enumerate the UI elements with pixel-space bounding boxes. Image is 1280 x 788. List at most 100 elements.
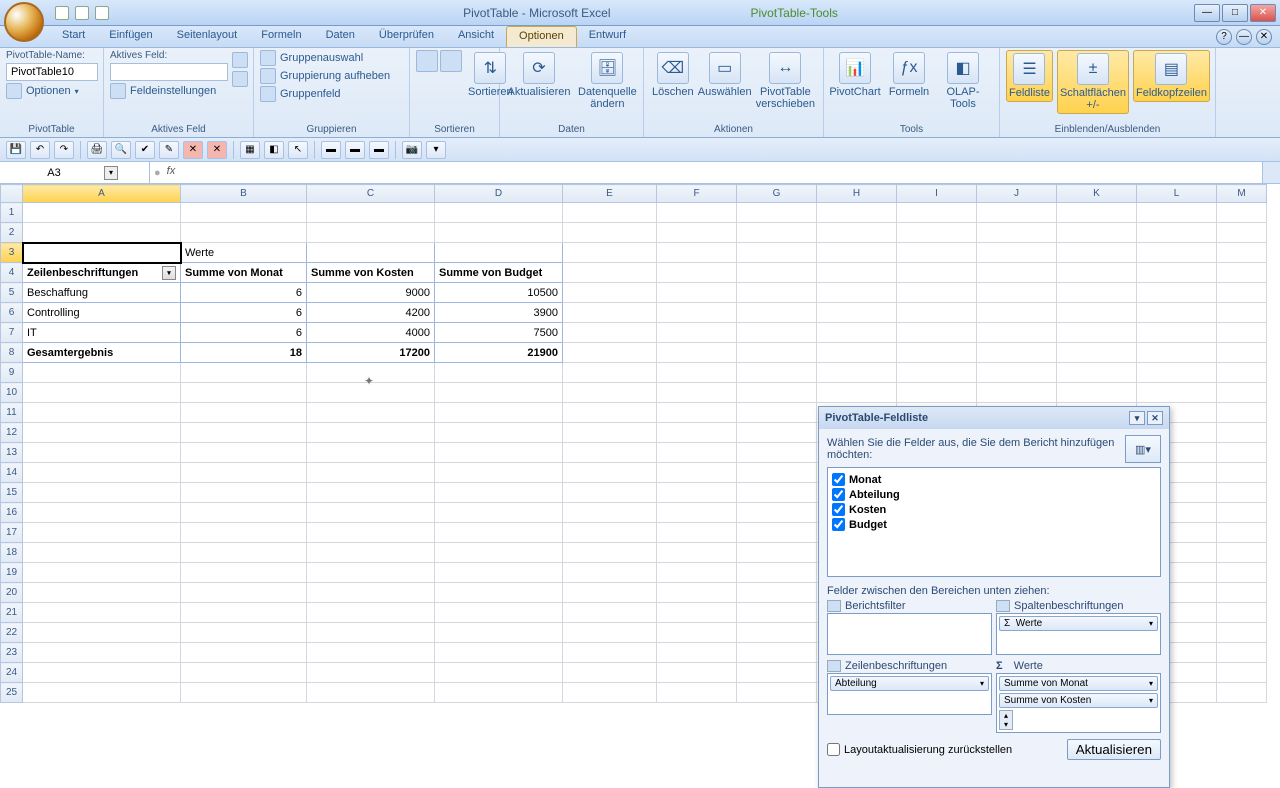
cell-G13[interactable]: [737, 443, 817, 463]
cell-G11[interactable]: [737, 403, 817, 423]
row-header-15[interactable]: 15: [1, 483, 23, 503]
row-header-20[interactable]: 20: [1, 583, 23, 603]
cell-E20[interactable]: [563, 583, 657, 603]
area-rows-box[interactable]: Abteilung▾: [827, 673, 992, 715]
cell-B1[interactable]: [181, 203, 307, 223]
cell-F5[interactable]: [657, 283, 737, 303]
cell-E18[interactable]: [563, 543, 657, 563]
val-pill[interactable]: Summe von Monat▾: [999, 676, 1158, 691]
tab-data[interactable]: Daten: [314, 26, 367, 47]
cell-G6[interactable]: [737, 303, 817, 323]
cell-A13[interactable]: [23, 443, 181, 463]
cell-F16[interactable]: [657, 503, 737, 523]
cell-D8[interactable]: 21900: [435, 343, 563, 363]
clear-button[interactable]: ⌫Löschen: [650, 50, 696, 100]
cell-A3[interactable]: [23, 243, 181, 263]
cell-H4[interactable]: [817, 263, 897, 283]
qat-undo2-icon[interactable]: ↶: [30, 141, 50, 159]
cell-K1[interactable]: [1057, 203, 1137, 223]
area-cols-box[interactable]: Σ Werte▾: [996, 613, 1161, 655]
cell-G23[interactable]: [737, 643, 817, 663]
cell-I10[interactable]: [897, 383, 977, 403]
cell-B16[interactable]: [181, 503, 307, 523]
buttons-toggle[interactable]: ±Schaltflächen +/-: [1057, 50, 1129, 114]
cell-B13[interactable]: [181, 443, 307, 463]
cell-C2[interactable]: [307, 223, 435, 243]
cell-G20[interactable]: [737, 583, 817, 603]
cell-L4[interactable]: [1137, 263, 1217, 283]
cell-G7[interactable]: [737, 323, 817, 343]
ribbon-minimize-icon[interactable]: —: [1236, 29, 1252, 45]
row-header-6[interactable]: 6: [1, 303, 23, 323]
cell-G25[interactable]: [737, 683, 817, 703]
cell-B6[interactable]: 6: [181, 303, 307, 323]
row-header-10[interactable]: 10: [1, 383, 23, 403]
area-vals-box[interactable]: Summe von Monat▾Summe von Kosten▾ ▴▾: [996, 673, 1161, 733]
cell-M1[interactable]: [1217, 203, 1267, 223]
col-header-C[interactable]: C: [307, 185, 435, 203]
cell-G14[interactable]: [737, 463, 817, 483]
cell-G24[interactable]: [737, 663, 817, 683]
fieldlist-close-icon[interactable]: ✕: [1147, 411, 1163, 425]
collapse-icon[interactable]: [232, 71, 248, 87]
cell-J7[interactable]: [977, 323, 1057, 343]
cell-C15[interactable]: [307, 483, 435, 503]
cell-F4[interactable]: [657, 263, 737, 283]
cell-J8[interactable]: [977, 343, 1057, 363]
row-header-5[interactable]: 5: [1, 283, 23, 303]
row-header-2[interactable]: 2: [1, 223, 23, 243]
cell-C20[interactable]: [307, 583, 435, 603]
pt-options-button[interactable]: Optionen: [26, 85, 71, 97]
cell-A16[interactable]: [23, 503, 181, 523]
qat-hl3-icon[interactable]: ▬: [369, 141, 389, 159]
cell-G4[interactable]: [737, 263, 817, 283]
office-button[interactable]: [4, 2, 44, 42]
cell-A1[interactable]: [23, 203, 181, 223]
cell-A9[interactable]: [23, 363, 181, 383]
qat-hl2-icon[interactable]: ▬: [345, 141, 365, 159]
cell-I2[interactable]: [897, 223, 977, 243]
cell-L10[interactable]: [1137, 383, 1217, 403]
cell-C21[interactable]: [307, 603, 435, 623]
cell-D21[interactable]: [435, 603, 563, 623]
cell-M20[interactable]: [1217, 583, 1267, 603]
cell-K8[interactable]: [1057, 343, 1137, 363]
fx-icon[interactable]: fx: [167, 165, 185, 181]
cell-E17[interactable]: [563, 523, 657, 543]
cell-J9[interactable]: [977, 363, 1057, 383]
cell-M13[interactable]: [1217, 443, 1267, 463]
cell-G22[interactable]: [737, 623, 817, 643]
cell-I6[interactable]: [897, 303, 977, 323]
cell-K10[interactable]: [1057, 383, 1137, 403]
cell-D10[interactable]: [435, 383, 563, 403]
cell-H10[interactable]: [817, 383, 897, 403]
cell-F6[interactable]: [657, 303, 737, 323]
cell-I5[interactable]: [897, 283, 977, 303]
tab-design[interactable]: Entwurf: [577, 26, 638, 47]
cell-A4[interactable]: Zeilenbeschriftungen▾: [23, 263, 181, 283]
val-pill[interactable]: Summe von Kosten▾: [999, 693, 1158, 708]
headers-toggle[interactable]: ▤Feldkopfzeilen: [1133, 50, 1210, 102]
cell-A6[interactable]: Controlling: [23, 303, 181, 323]
cell-D13[interactable]: [435, 443, 563, 463]
cell-C11[interactable]: [307, 403, 435, 423]
qat-delete-icon[interactable]: ✕: [183, 141, 203, 159]
cell-B7[interactable]: 6: [181, 323, 307, 343]
cell-M25[interactable]: [1217, 683, 1267, 703]
refresh-button[interactable]: ⟳Aktualisieren: [506, 50, 572, 100]
tab-start[interactable]: Start: [50, 26, 97, 47]
cell-K7[interactable]: [1057, 323, 1137, 343]
cell-L8[interactable]: [1137, 343, 1217, 363]
cell-E15[interactable]: [563, 483, 657, 503]
cell-C17[interactable]: [307, 523, 435, 543]
cell-F18[interactable]: [657, 543, 737, 563]
cell-I3[interactable]: [897, 243, 977, 263]
cell-C3[interactable]: [307, 243, 435, 263]
cell-C5[interactable]: 9000: [307, 283, 435, 303]
cell-M9[interactable]: [1217, 363, 1267, 383]
row-header-12[interactable]: 12: [1, 423, 23, 443]
col-header-M[interactable]: M: [1217, 185, 1267, 203]
cell-F14[interactable]: [657, 463, 737, 483]
cell-F15[interactable]: [657, 483, 737, 503]
cell-B11[interactable]: [181, 403, 307, 423]
